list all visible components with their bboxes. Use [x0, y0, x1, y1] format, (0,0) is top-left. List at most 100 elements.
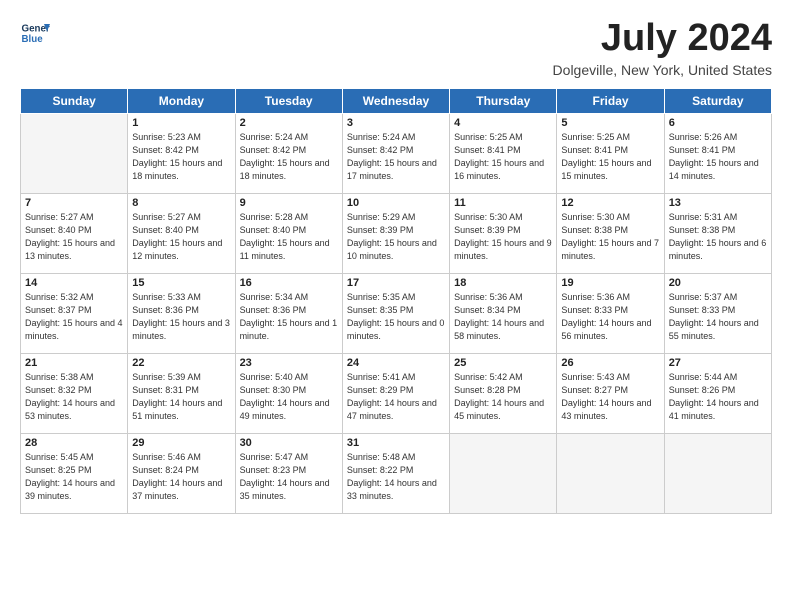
calendar-cell: 3Sunrise: 5:24 AMSunset: 8:42 PMDaylight… — [342, 113, 449, 193]
day-number: 12 — [561, 197, 659, 209]
day-number: 1 — [132, 117, 230, 129]
sunset: Sunset: 8:39 PM — [347, 225, 414, 235]
sunset: Sunset: 8:41 PM — [669, 145, 736, 155]
calendar-cell: 9Sunrise: 5:28 AMSunset: 8:40 PMDaylight… — [235, 193, 342, 273]
col-tuesday: Tuesday — [235, 88, 342, 113]
sunrise: Sunrise: 5:38 AM — [25, 372, 94, 382]
day-number: 13 — [669, 197, 767, 209]
calendar-cell: 20Sunrise: 5:37 AMSunset: 8:33 PMDayligh… — [664, 273, 771, 353]
calendar-cell: 2Sunrise: 5:24 AMSunset: 8:42 PMDaylight… — [235, 113, 342, 193]
daylight: Daylight: 14 hours and 53 minutes. — [25, 398, 115, 421]
page-header: General Blue July 2024 Dolgeville, New Y… — [20, 18, 772, 78]
sunrise: Sunrise: 5:44 AM — [669, 372, 738, 382]
day-number: 5 — [561, 117, 659, 129]
calendar-cell: 12Sunrise: 5:30 AMSunset: 8:38 PMDayligh… — [557, 193, 664, 273]
calendar-cell: 29Sunrise: 5:46 AMSunset: 8:24 PMDayligh… — [128, 433, 235, 513]
daylight: Daylight: 14 hours and 39 minutes. — [25, 478, 115, 501]
sunrise: Sunrise: 5:23 AM — [132, 132, 201, 142]
sunrise: Sunrise: 5:47 AM — [240, 452, 309, 462]
week-row-1: 1 Sunrise: 5:23 AM Sunset: 8:42 PM Daylight… — [21, 113, 772, 193]
calendar-cell: 25Sunrise: 5:42 AMSunset: 8:28 PMDayligh… — [450, 353, 557, 433]
sunrise: Sunrise: 5:25 AM — [561, 132, 630, 142]
calendar-cell: 11Sunrise: 5:30 AMSunset: 8:39 PMDayligh… — [450, 193, 557, 273]
col-friday: Friday — [557, 88, 664, 113]
calendar-cell — [664, 433, 771, 513]
logo: General Blue — [20, 18, 54, 48]
day-number: 30 — [240, 437, 338, 449]
calendar-cell: 31Sunrise: 5:48 AMSunset: 8:22 PMDayligh… — [342, 433, 449, 513]
sunrise: Sunrise: 5:42 AM — [454, 372, 523, 382]
sunrise: Sunrise: 5:27 AM — [132, 212, 201, 222]
sunset: Sunset: 8:34 PM — [454, 305, 521, 315]
day-number: 14 — [25, 277, 123, 289]
sunrise: Sunrise: 5:28 AM — [240, 212, 309, 222]
day-number: 31 — [347, 437, 445, 449]
sunset: Sunset: 8:41 PM — [561, 145, 628, 155]
daylight: Daylight: 14 hours and 43 minutes. — [561, 398, 651, 421]
calendar-cell — [557, 433, 664, 513]
day-number: 17 — [347, 277, 445, 289]
sunset: Sunset: 8:25 PM — [25, 465, 92, 475]
day-number: 7 — [25, 197, 123, 209]
sunrise: Sunrise: 5:27 AM — [25, 212, 94, 222]
sunset: Sunset: 8:29 PM — [347, 385, 414, 395]
day-number: 16 — [240, 277, 338, 289]
day-number: 22 — [132, 357, 230, 369]
sunrise: Sunrise: 5:29 AM — [347, 212, 416, 222]
sunset: Sunset: 8:42 PM — [347, 145, 414, 155]
calendar-cell: 13Sunrise: 5:31 AMSunset: 8:38 PMDayligh… — [664, 193, 771, 273]
calendar-cell: 15Sunrise: 5:33 AMSunset: 8:36 PMDayligh… — [128, 273, 235, 353]
day-number: 4 — [454, 117, 552, 129]
daylight: Daylight: 14 hours and 35 minutes. — [240, 478, 330, 501]
daylight: Daylight: 15 hours and 1 minute. — [240, 318, 338, 341]
sunset: Sunset: 8:40 PM — [25, 225, 92, 235]
col-sunday: Sunday — [21, 88, 128, 113]
sunrise: Sunrise: 5:39 AM — [132, 372, 201, 382]
daylight: Daylight: 15 hours and 10 minutes. — [347, 238, 437, 261]
sunrise: Sunrise: 5:32 AM — [25, 292, 94, 302]
sunset: Sunset: 8:33 PM — [669, 305, 736, 315]
daylight: Daylight: 15 hours and 16 minutes. — [454, 158, 544, 181]
day-number: 19 — [561, 277, 659, 289]
sunrise: Sunrise: 5:30 AM — [561, 212, 630, 222]
sunset: Sunset: 8:38 PM — [561, 225, 628, 235]
week-row-3: 14 Sunrise: 5:32 AM Sunset: 8:37 PM Dayligh… — [21, 273, 772, 353]
sunrise: Sunrise: 5:34 AM — [240, 292, 309, 302]
day-number: 27 — [669, 357, 767, 369]
sunset: Sunset: 8:37 PM — [25, 305, 92, 315]
sunset: Sunset: 8:22 PM — [347, 465, 414, 475]
daylight: Daylight: 15 hours and 12 minutes. — [132, 238, 222, 261]
day-number: 23 — [240, 357, 338, 369]
day-number: 21 — [25, 357, 123, 369]
daylight: Daylight: 14 hours and 56 minutes. — [561, 318, 651, 341]
day-number: 8 — [132, 197, 230, 209]
calendar-cell: 22Sunrise: 5:39 AMSunset: 8:31 PMDayligh… — [128, 353, 235, 433]
calendar-cell: 24Sunrise: 5:41 AMSunset: 8:29 PMDayligh… — [342, 353, 449, 433]
daylight: Daylight: 14 hours and 41 minutes. — [669, 398, 759, 421]
header-row: Sunday Monday Tuesday Wednesday Thursday… — [21, 88, 772, 113]
sunrise: Sunrise: 5:36 AM — [561, 292, 630, 302]
sunset: Sunset: 8:24 PM — [132, 465, 199, 475]
day-number: 15 — [132, 277, 230, 289]
daylight: Daylight: 15 hours and 14 minutes. — [669, 158, 759, 181]
sunrise: Sunrise: 5:41 AM — [347, 372, 416, 382]
sunrise: Sunrise: 5:36 AM — [454, 292, 523, 302]
calendar-cell: 8Sunrise: 5:27 AMSunset: 8:40 PMDaylight… — [128, 193, 235, 273]
daylight: Daylight: 14 hours and 47 minutes. — [347, 398, 437, 421]
day-number: 10 — [347, 197, 445, 209]
sunset: Sunset: 8:27 PM — [561, 385, 628, 395]
col-monday: Monday — [128, 88, 235, 113]
daylight: Daylight: 14 hours and 37 minutes. — [132, 478, 222, 501]
daylight: Daylight: 15 hours and 17 minutes. — [347, 158, 437, 181]
daylight: Daylight: 15 hours and 13 minutes. — [25, 238, 115, 261]
sunrise: Sunrise: 5:25 AM — [454, 132, 523, 142]
calendar-cell: 23Sunrise: 5:40 AMSunset: 8:30 PMDayligh… — [235, 353, 342, 433]
daylight: Daylight: 15 hours and 6 minutes. — [669, 238, 767, 261]
day-number: 25 — [454, 357, 552, 369]
calendar-cell: 26Sunrise: 5:43 AMSunset: 8:27 PMDayligh… — [557, 353, 664, 433]
sunset: Sunset: 8:26 PM — [669, 385, 736, 395]
week-row-5: 28Sunrise: 5:45 AMSunset: 8:25 PMDayligh… — [21, 433, 772, 513]
calendar-cell: 28Sunrise: 5:45 AMSunset: 8:25 PMDayligh… — [21, 433, 128, 513]
daylight: Daylight: 15 hours and 4 minutes. — [25, 318, 123, 341]
calendar-page: General Blue July 2024 Dolgeville, New Y… — [0, 0, 792, 524]
